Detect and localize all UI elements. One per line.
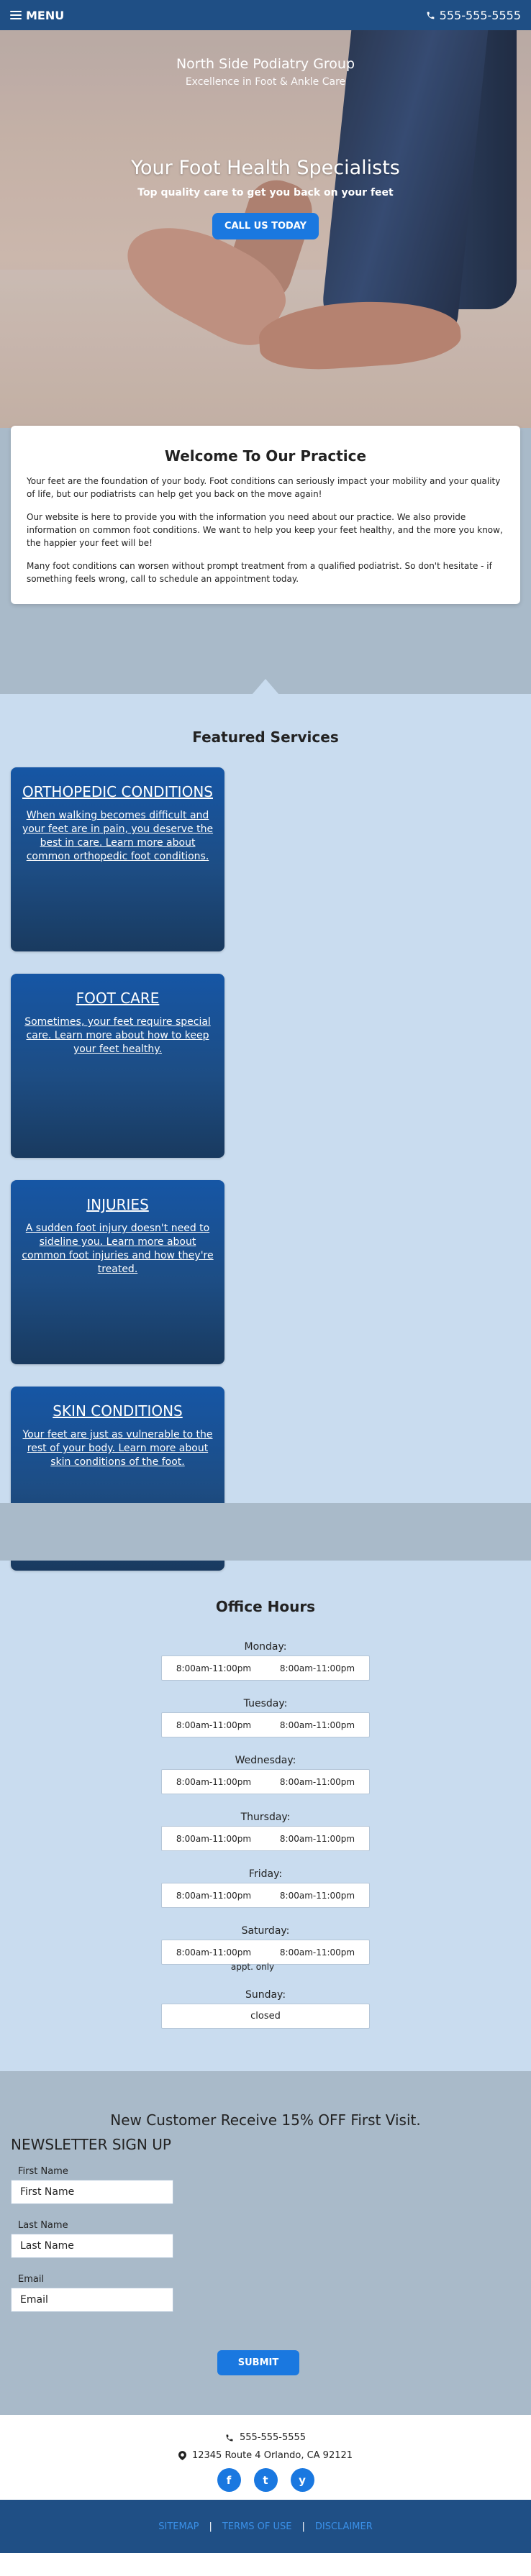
day-label: Saturday: — [241, 1925, 290, 1937]
day-hours-box: 8:00am-11:00pm 8:00am-11:00pm — [161, 1940, 370, 1965]
practice-tagline: Excellence in Foot & Ankle Care — [185, 76, 346, 88]
youtube-icon[interactable]: y — [290, 2468, 314, 2492]
day-label: Friday: — [248, 1868, 283, 1880]
close-time: 8:00am-11:00pm — [279, 1890, 355, 1901]
service-title-link[interactable]: FOOT CARE — [18, 990, 217, 1007]
new-customer-offer: New Customer Receive 15% OFF First Visit… — [110, 2111, 421, 2129]
day-hours-box: 8:00am-11:00pm 8:00am-11:00pm — [161, 1655, 370, 1681]
email-label: Email — [18, 2274, 45, 2285]
close-time: 8:00am-11:00pm — [279, 1719, 355, 1730]
open-time: 8:00am-11:00pm — [176, 1719, 252, 1730]
welcome-paragraph: Many foot conditions can worsen without … — [27, 561, 492, 584]
open-time: 8:00am-11:00pm — [176, 1663, 252, 1673]
footer-links-bar: SITEMAP | TERMS OF USE | DISCLAIMER — [0, 2500, 531, 2553]
day-label: Thursday: — [240, 1812, 291, 1823]
facebook-icon[interactable]: f — [217, 2468, 241, 2492]
welcome-paragraph: Our website is here to provide you with … — [27, 512, 503, 548]
section-arrow — [252, 679, 279, 695]
practice-name: North Side Podiatry Group — [176, 56, 355, 72]
link-separator: | — [209, 2521, 212, 2532]
close-time: 8:00am-11:00pm — [279, 1663, 355, 1673]
twitter-icon[interactable]: t — [253, 2468, 278, 2492]
day-label: Tuesday: — [243, 1698, 288, 1709]
open-time: 8:00am-11:00pm — [176, 1833, 252, 1844]
day-label: Wednesday: — [235, 1755, 296, 1766]
submit-button[interactable]: SUBMIT — [217, 2350, 299, 2375]
social-links: f t y — [0, 2468, 531, 2492]
service-description-link[interactable]: When walking becomes difficult and your … — [18, 809, 217, 864]
practice-branding: North Side Podiatry Group Excellence in … — [0, 56, 531, 88]
open-time: 8:00am-11:00pm — [176, 1890, 252, 1901]
top-bar: MENU 555-555-5555 — [0, 0, 531, 30]
welcome-title: Welcome To Our Practice — [164, 447, 367, 465]
day-label: Sunday: — [245, 1989, 286, 2001]
service-card-foot-care[interactable]: FOOT CARE Sometimes, your feet require s… — [11, 974, 224, 1158]
services-title: Featured Services — [192, 729, 339, 746]
day-hours-box: 8:00am-11:00pm 8:00am-11:00pm — [161, 1883, 370, 1908]
hours-day: Monday: 8:00am-11:00pm 8:00am-11:00pm — [0, 1641, 531, 1681]
hours-day: Friday: 8:00am-11:00pm 8:00am-11:00pm — [0, 1868, 531, 1908]
first-name-label: First Name — [18, 2166, 68, 2177]
close-time: 8:00am-11:00pm — [279, 1947, 355, 1958]
footer-phone: 555-555-5555 — [239, 2432, 307, 2443]
newsletter-section: New Customer Receive 15% OFF First Visit… — [0, 2071, 531, 2415]
last-name-field[interactable]: Last Name — [11, 2234, 173, 2258]
footer-phone-line[interactable]: 555-555-5555 — [0, 2432, 531, 2443]
hours-day: Thursday: 8:00am-11:00pm 8:00am-11:00pm — [0, 1812, 531, 1851]
day-label: Monday: — [244, 1641, 287, 1653]
office-hours-section: Office Hours Monday: 8:00am-11:00pm 8:00a… — [0, 1561, 531, 2071]
call-us-button[interactable]: CALL US TODAY — [212, 213, 319, 239]
open-time: 8:00am-11:00pm — [176, 1776, 252, 1787]
email-field[interactable]: Email — [11, 2288, 173, 2312]
hours-day: Saturday: 8:00am-11:00pm 8:00am-11:00pm a… — [0, 1925, 531, 1972]
closed-text: closed — [250, 2011, 281, 2022]
service-title-link[interactable]: ORTHOPEDIC CONDITIONS — [18, 783, 217, 800]
service-title-link[interactable]: SKIN CONDITIONS — [18, 1402, 217, 1420]
close-time: 8:00am-11:00pm — [279, 1833, 355, 1844]
service-card-injuries[interactable]: INJURIES A sudden foot injury doesn't ne… — [11, 1180, 224, 1364]
hero-subhead: Top quality care to get you back on your… — [137, 187, 394, 198]
close-time: 8:00am-11:00pm — [279, 1776, 355, 1787]
welcome-section: Welcome To Our Practice Your feet are th… — [0, 426, 531, 695]
welcome-card: Welcome To Our Practice Your feet are th… — [11, 426, 520, 604]
sitemap-link[interactable]: SITEMAP — [158, 2521, 199, 2532]
menu-button[interactable]: MENU — [10, 9, 64, 22]
appointment-note: appt. only — [230, 1962, 275, 1972]
day-hours-box: 8:00am-11:00pm 8:00am-11:00pm — [161, 1769, 370, 1794]
map-pin-icon — [178, 2451, 186, 2460]
open-time: 8:00am-11:00pm — [176, 1947, 252, 1958]
link-separator: | — [301, 2521, 305, 2532]
hero-headline: Your Foot Health Specialists — [131, 157, 400, 179]
service-description-link[interactable]: Sometimes, your feet require special car… — [18, 1015, 217, 1056]
service-description-link[interactable]: A sudden foot injury doesn't need to sid… — [18, 1222, 217, 1276]
section-divider-band — [0, 1503, 531, 1561]
day-hours-box: closed — [161, 2004, 370, 2029]
service-card-orthopedic[interactable]: ORTHOPEDIC CONDITIONS When walking becom… — [11, 767, 224, 951]
header-phone: 555-555-5555 — [439, 8, 521, 22]
terms-of-use-link[interactable]: TERMS OF USE — [222, 2521, 292, 2532]
service-title-link[interactable]: INJURIES — [18, 1196, 217, 1213]
first-name-field[interactable]: First Name — [11, 2180, 173, 2204]
hours-day: Wednesday: 8:00am-11:00pm 8:00am-11:00pm — [0, 1755, 531, 1794]
footer-contact: 555-555-5555 12345 Route 4 Orlando, CA 9… — [0, 2415, 531, 2500]
menu-label: MENU — [26, 8, 65, 22]
last-name-label: Last Name — [18, 2220, 68, 2231]
newsletter-title: NEWSLETTER SIGN UP — [11, 2136, 171, 2153]
hours-day: Sunday: closed — [0, 1989, 531, 2029]
welcome-paragraph: Your feet are the foundation of your bod… — [27, 476, 501, 499]
phone-icon — [226, 2434, 233, 2441]
featured-services-section: Featured Services ORTHOPEDIC CONDITIONS … — [0, 694, 531, 1571]
header-phone-link[interactable]: 555-555-5555 — [426, 9, 521, 22]
service-description-link[interactable]: Your feet are just as vulnerable to the … — [18, 1428, 217, 1469]
day-hours-box: 8:00am-11:00pm 8:00am-11:00pm — [161, 1826, 370, 1851]
day-hours-box: 8:00am-11:00pm 8:00am-11:00pm — [161, 1712, 370, 1737]
disclaimer-link[interactable]: DISCLAIMER — [315, 2521, 373, 2532]
hamburger-icon — [10, 11, 22, 19]
hours-title: Office Hours — [215, 1598, 316, 1615]
hero-section: North Side Podiatry Group Excellence in … — [0, 0, 531, 428]
footer-address-line: 12345 Route 4 Orlando, CA 92121 — [0, 2450, 531, 2461]
phone-icon — [427, 12, 435, 19]
footer-address: 12345 Route 4 Orlando, CA 92121 — [191, 2450, 353, 2461]
hours-day: Tuesday: 8:00am-11:00pm 8:00am-11:00pm — [0, 1698, 531, 1737]
